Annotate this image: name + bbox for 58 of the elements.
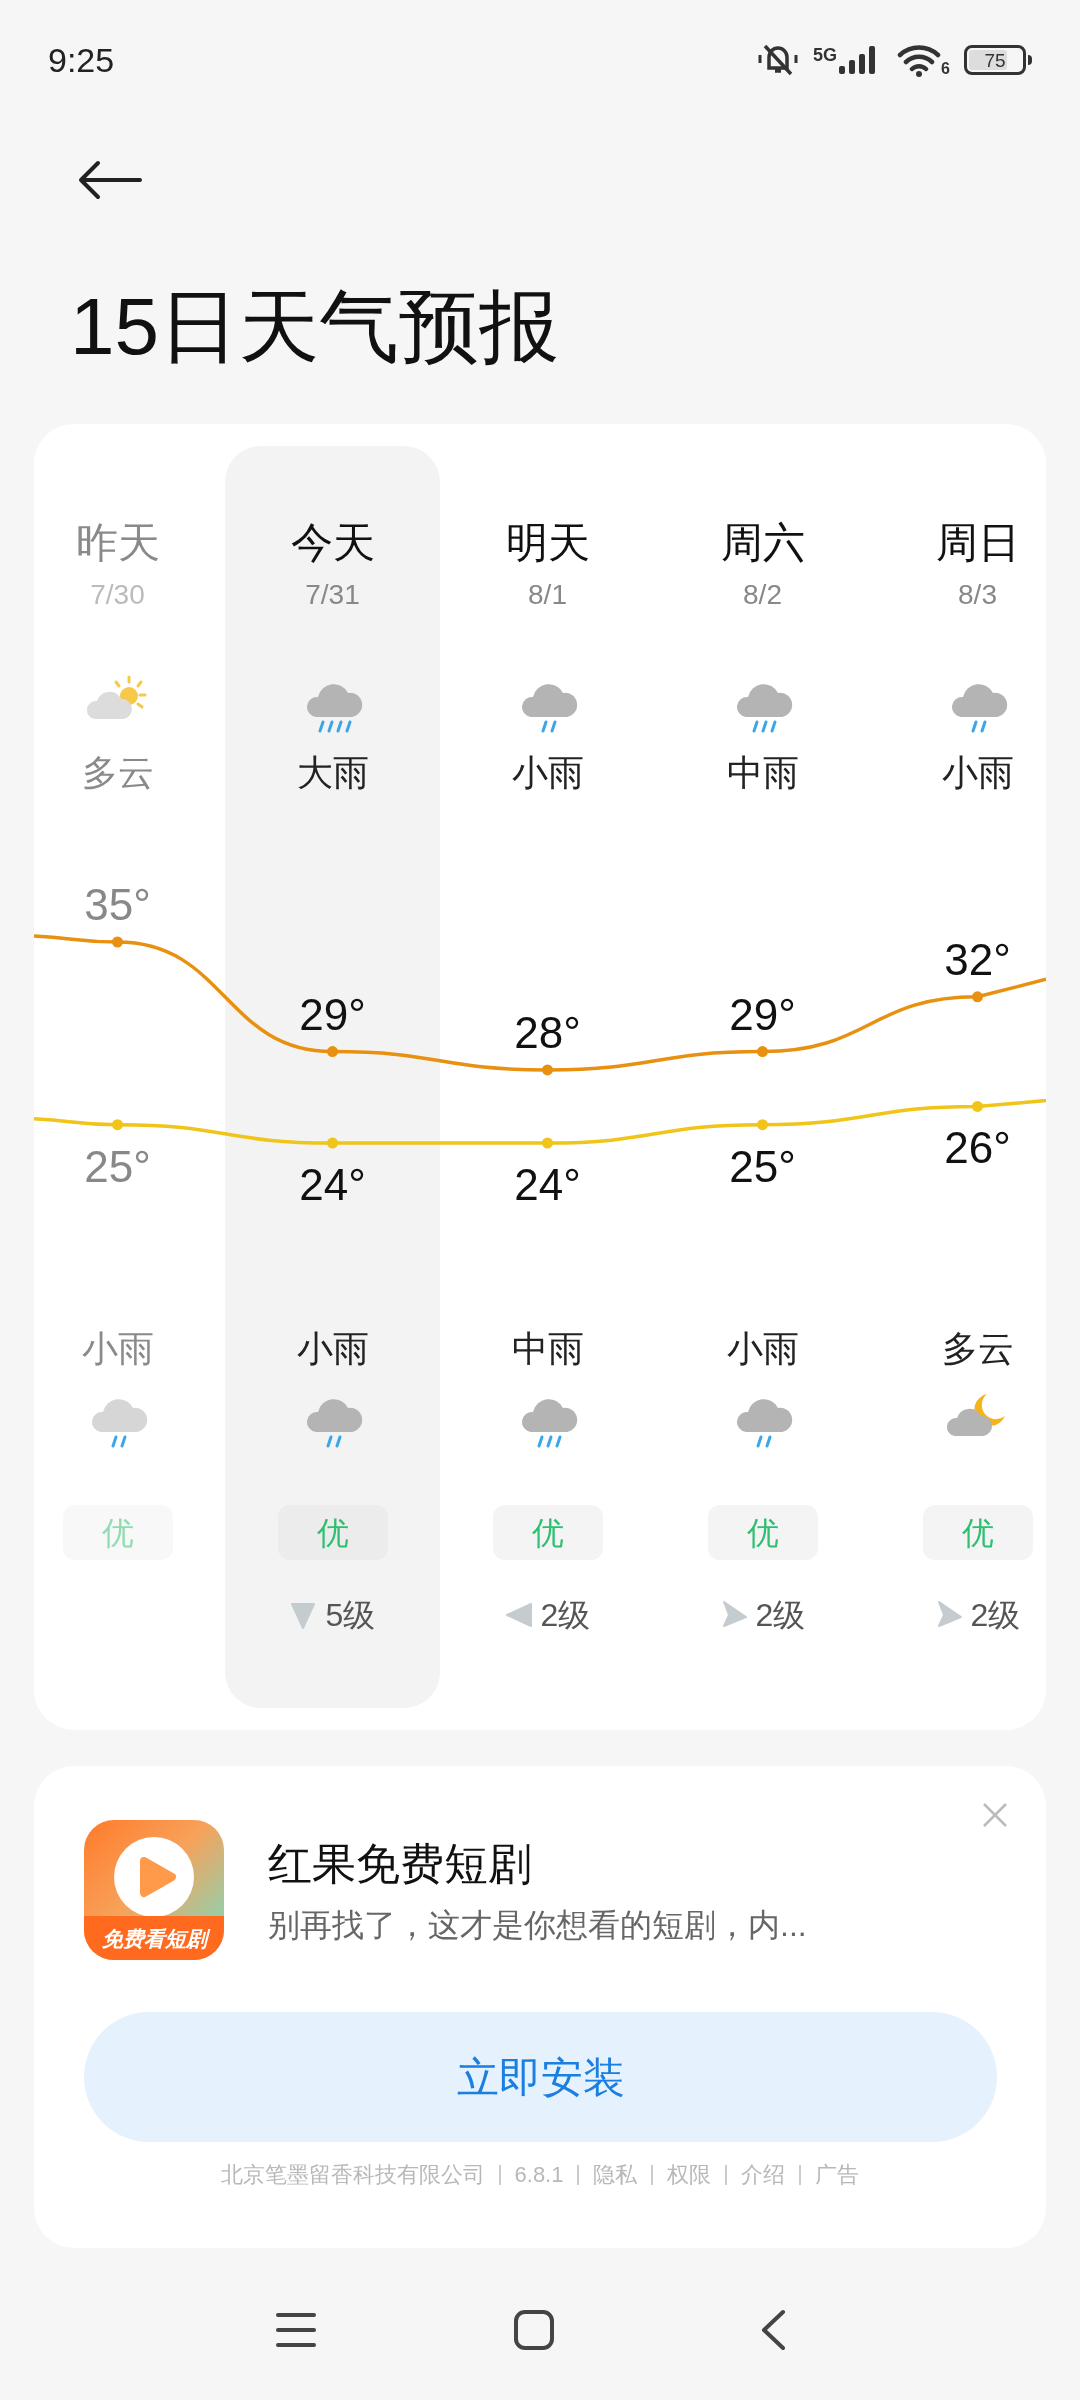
app-icon: 免费看短剧 <box>84 1820 224 1960</box>
company-name: 北京笔墨留香科技有限公司 <box>220 2164 485 2186</box>
install-button[interactable]: 立即安装 <box>84 2012 997 2142</box>
day-name: 昨天 <box>75 518 160 568</box>
footer-link[interactable]: 广告 <box>815 2164 860 2186</box>
weather-label: 中雨 <box>511 1327 584 1371</box>
weather-label: 小雨 <box>941 751 1014 795</box>
temperature-label: 32° <box>944 934 1011 984</box>
weather-label: 小雨 <box>81 1327 154 1371</box>
temperature-label: 25° <box>84 1141 151 1191</box>
weather-label: 中雨 <box>726 751 799 795</box>
weather-label: 大雨 <box>296 751 369 795</box>
footer-link[interactable]: 隐私 <box>593 2164 638 2186</box>
day-name: 明天 <box>505 518 590 568</box>
temperature-label: 26° <box>944 1123 1011 1173</box>
network-label: 5G <box>813 46 838 64</box>
temperature-label: 35° <box>84 880 151 929</box>
date-label: 7/30 <box>90 578 145 612</box>
temperature-label: 29° <box>299 989 366 1039</box>
wifi-label: 6 <box>941 61 950 77</box>
page-title: 15日天气预报 <box>70 287 559 367</box>
version-label: 6.8.1 <box>514 2164 564 2186</box>
day-name: 周日 <box>935 518 1020 568</box>
footer-link[interactable]: 权限 <box>667 2164 712 2186</box>
date-label: 8/2 <box>743 578 782 612</box>
app-description: 别再找了，这才是你想看的短剧，内... <box>268 1905 807 1945</box>
wind-level: 2级 <box>970 1599 1021 1631</box>
wifi-icon <box>897 43 942 77</box>
wind-level: 5级 <box>325 1599 376 1631</box>
weather-label: 多云 <box>81 751 154 795</box>
date-label: 8/1 <box>528 578 567 612</box>
weather-label: 小雨 <box>296 1327 369 1371</box>
home-icon[interactable] <box>514 2310 554 2350</box>
menu-icon[interactable] <box>276 2312 316 2348</box>
weather-label: 多云 <box>941 1327 1014 1371</box>
footer-link[interactable]: 介绍 <box>741 2164 786 2186</box>
weather-label: 小雨 <box>511 751 584 795</box>
air-quality-badge: 优 <box>707 1505 818 1560</box>
day-name: 周六 <box>720 518 805 568</box>
clock-time: 9:25 <box>48 43 115 77</box>
air-quality-badge: 优 <box>922 1505 1033 1560</box>
back-icon[interactable] <box>760 2309 786 2351</box>
date-label: 8/3 <box>958 578 997 612</box>
temperature-label: 24° <box>299 1160 366 1209</box>
air-quality-badge: 优 <box>62 1505 173 1560</box>
temperature-label: 28° <box>514 1007 581 1057</box>
air-quality-badge: 优 <box>492 1505 603 1560</box>
wind-level: 2级 <box>540 1599 591 1631</box>
date-label: 7/31 <box>305 578 360 612</box>
wind-level: 2级 <box>755 1599 806 1631</box>
back-arrow-icon[interactable] <box>78 160 142 200</box>
temperature-label: 24° <box>514 1160 581 1209</box>
temperature-label: 25° <box>729 1141 796 1191</box>
weather-label: 小雨 <box>726 1327 799 1371</box>
temperature-label: 29° <box>729 989 796 1039</box>
app-title: 红果免费短剧 <box>268 1837 533 1890</box>
air-quality-badge: 优 <box>277 1505 388 1560</box>
day-name: 今天 <box>290 518 375 568</box>
